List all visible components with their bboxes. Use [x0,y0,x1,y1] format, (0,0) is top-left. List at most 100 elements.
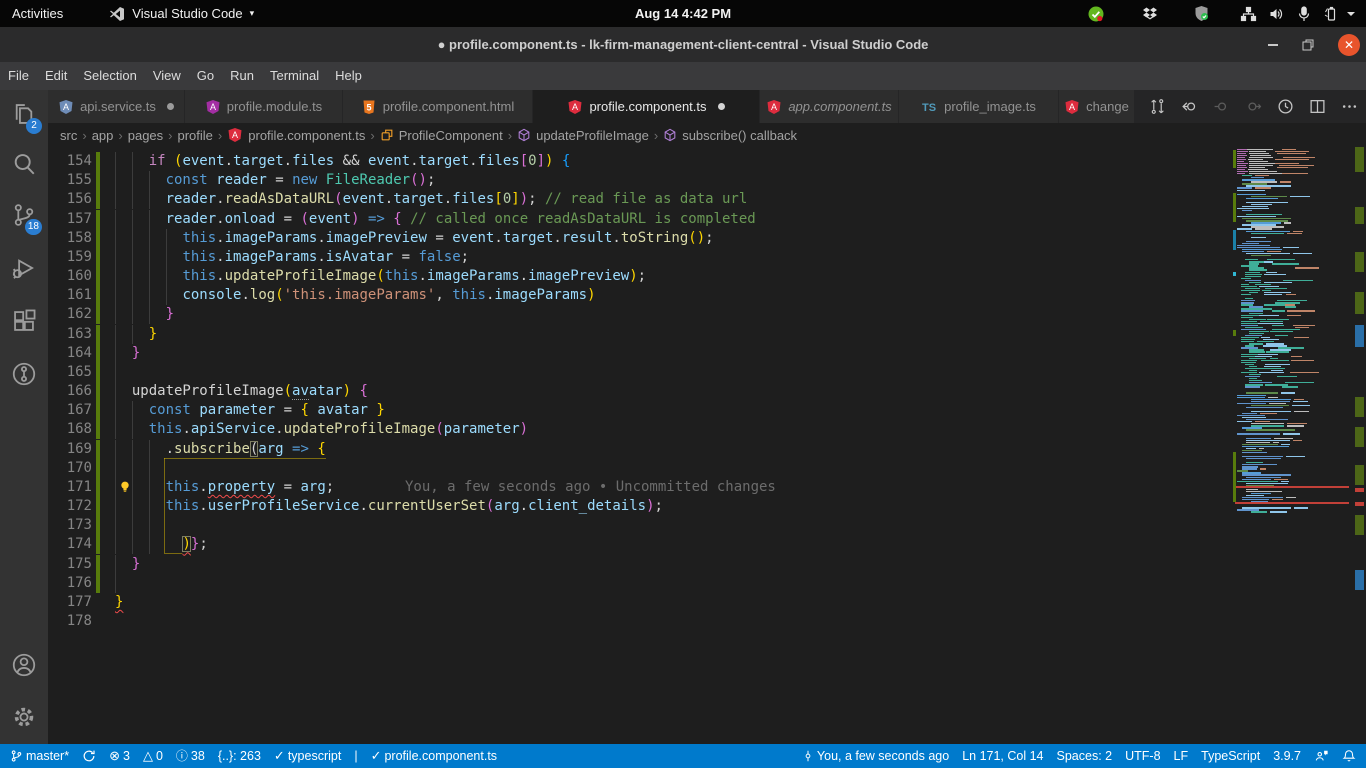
more-actions-icon[interactable] [1340,98,1358,116]
shield-icon[interactable] [1193,5,1210,22]
close-button[interactable]: ✕ [1338,34,1360,56]
status-master*[interactable]: master* [10,749,69,763]
status-UTF-8[interactable]: UTF-8 [1125,749,1160,763]
check-icon: ✓ [274,749,285,763]
menu-file[interactable]: File [0,62,37,90]
desktop: { "gnome_bar": { "activities": "Activiti… [0,0,1366,768]
maximize-button[interactable] [1302,39,1314,51]
back-icon[interactable] [1180,98,1198,116]
activity-search-icon[interactable] [0,140,48,188]
tab-profile.module.ts[interactable]: Aprofile.module.ts [185,90,343,123]
split-editor-icon[interactable] [1308,98,1326,116]
code-line-177: } [115,593,123,612]
next-change-icon[interactable] [1244,98,1262,116]
status-feedback-icon[interactable] [1314,749,1329,763]
menu-help[interactable]: Help [327,62,370,90]
tab-label: profile.component.html [383,99,515,114]
tab-label: change [1086,99,1129,114]
svg-text:A: A [771,102,777,112]
status-bell-icon[interactable] [1342,749,1356,763]
activity-explorer-icon[interactable]: 2 [0,90,48,138]
tab-api.service.ts[interactable]: Aapi.service.ts [48,90,185,123]
status-profile.component.ts[interactable]: ✓profile.component.ts [371,749,497,763]
menu-go[interactable]: Go [189,62,222,90]
status-typescript[interactable]: ✓typescript [274,749,341,763]
status-38[interactable]: ⓘ38 [176,749,205,763]
status-3[interactable]: ⊗3 [109,749,130,763]
tab-profile.component.ts[interactable]: Aprofile.component.ts [533,90,760,123]
feedback-icon [1314,749,1329,763]
breadcrumb-updateProfileImage[interactable]: updateProfileImage [517,128,649,143]
line-number: 169 [48,440,92,459]
breadcrumb-profile[interactable]: profile [178,128,213,143]
breadcrumb-src[interactable]: src [60,128,77,143]
angular-component-icon: A [567,99,583,115]
activity-account-icon[interactable] [0,641,48,689]
status-Spaces: 2[interactable]: Spaces: 2 [1057,749,1113,763]
activity-debug-icon[interactable] [0,244,48,292]
breadcrumb-subscribe() callback[interactable]: subscribe() callback [663,128,797,143]
svg-text:A: A [63,102,69,112]
breadcrumb-pages[interactable]: pages [128,128,163,143]
battery-icon[interactable] [1321,6,1337,22]
breadcrumb-ProfileComponent[interactable]: ProfileComponent [380,128,503,143]
code-line-167: const parameter = { avatar } [115,401,385,420]
angular-component-icon: A [1064,99,1080,115]
chevron-down-icon[interactable] [1346,10,1356,18]
breadcrumb-profile.component.ts[interactable]: Aprofile.component.ts [227,127,365,143]
status-{..}: 263[interactable]: {..}: 263 [218,749,261,763]
status-|[interactable]: | [354,749,357,763]
svg-text:A: A [572,102,578,112]
menu-view[interactable]: View [145,62,189,90]
microphone-icon[interactable] [1298,6,1310,22]
breadcrumb-separator: › [503,128,517,143]
activity-source-control-icon[interactable]: 18 [0,191,48,239]
updater-icon[interactable] [1087,5,1105,23]
dropbox-icon[interactable] [1142,6,1158,22]
status-TypeScript[interactable]: TypeScript [1201,749,1260,763]
code-line-159: this.imageParams.isAvatar = false; [115,248,469,267]
status-3.9.7[interactable]: 3.9.7 [1273,749,1301,763]
svg-text:5: 5 [366,102,371,112]
status-LF[interactable]: LF [1174,749,1189,763]
line-number: 166 [48,382,92,401]
tab-bar: Aapi.service.tsAprofile.module.ts 5 profil… [48,90,1366,123]
status-0[interactable]: △0 [143,749,163,763]
window-titlebar: ● profile.component.ts - lk-firm-managem… [0,27,1366,62]
code-editor[interactable]: 154 if (event.target.files && event.targ… [48,147,1366,744]
status-sync-icon[interactable] [82,749,96,763]
code-line-171: this.property = arg;You, a few seconds a… [115,478,334,497]
breadcrumb-separator: › [77,128,91,143]
lightbulb-icon[interactable] [118,480,132,494]
tab-app.component.ts[interactable]: Aapp.component.ts [760,90,899,123]
tab-change[interactable]: Achange [1059,90,1135,123]
code-line-154: if (event.target.files && event.target.f… [115,152,570,171]
timeline-icon[interactable] [1276,98,1294,116]
line-number: 156 [48,190,92,209]
network-icon[interactable] [1240,6,1257,22]
error-icon: ⊗ [109,749,120,763]
code-line-155: const reader = new FileReader(); [115,171,435,190]
sync-icon [82,749,96,763]
menu-selection[interactable]: Selection [75,62,144,90]
previous-change-icon[interactable] [1212,98,1230,116]
status-Ln 171, Col 14[interactable]: Ln 171, Col 14 [962,749,1043,763]
activity-settings-gear-icon[interactable] [0,693,48,741]
activity-extensions-icon[interactable] [0,297,48,345]
status-You, a few seconds ago[interactable]: You, a few seconds ago [802,749,949,763]
minimize-button[interactable] [1268,44,1278,46]
menu-edit[interactable]: Edit [37,62,75,90]
tab-profile.component.html[interactable]: 5 profile.component.html [343,90,533,123]
activity-gitlens-icon[interactable] [0,350,48,398]
system-tray[interactable] [1087,0,1356,27]
angular-service-icon: A [58,99,74,115]
menu-terminal[interactable]: Terminal [262,62,327,90]
open-changes-icon[interactable] [1148,98,1166,116]
line-number: 168 [48,420,92,439]
breadcrumb-app[interactable]: app [92,128,114,143]
line-number: 173 [48,516,92,535]
minimap[interactable] [1233,147,1353,744]
menu-run[interactable]: Run [222,62,262,90]
volume-icon[interactable] [1268,6,1285,22]
tab-profile_image.ts[interactable]: TSprofile_image.ts [899,90,1059,123]
